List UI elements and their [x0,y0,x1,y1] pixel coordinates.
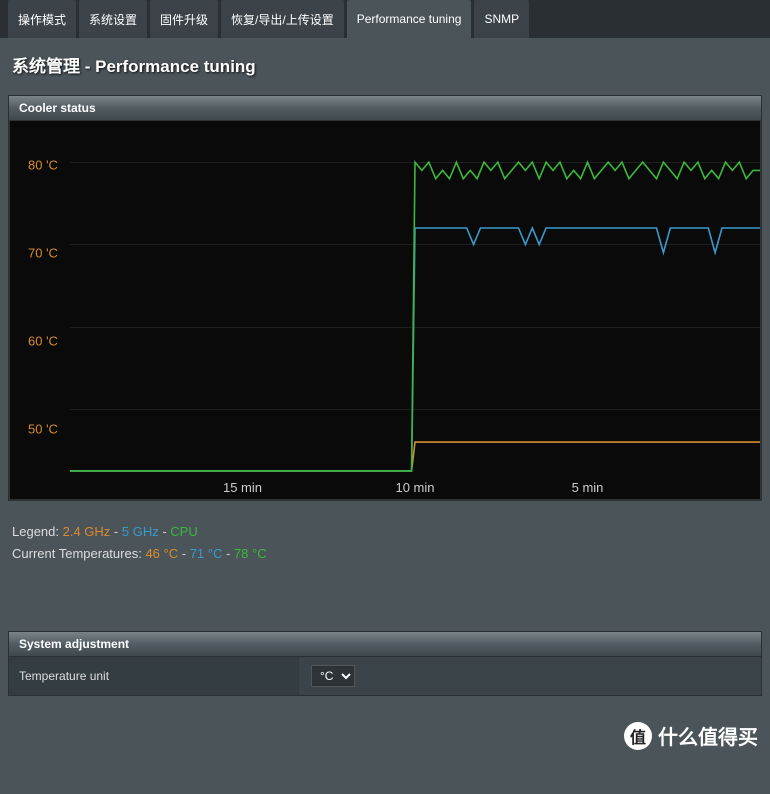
page-content: 系统管理 - Performance tuning Cooler status … [0,38,770,714]
system-adjustment-panel: System adjustment Temperature unit °C [8,631,762,696]
chart-line-5ghz [70,228,760,471]
current-temp-cpu: 78 °C [234,546,267,561]
tab-bar: 操作模式 系统设置 固件升级 恢复/导出/上传设置 Performance tu… [0,0,770,38]
y-tick-label: 60 'C [28,333,58,348]
x-tick-label: 15 min [223,480,262,495]
page-title: 系统管理 - Performance tuning [8,52,762,77]
tab-snmp[interactable]: SNMP [474,0,529,38]
current-temps-line: Current Temperatures: 46 °C - 71 °C - 78… [12,543,758,565]
legend-series-cpu: CPU [170,524,197,539]
y-tick-label: 70 'C [28,245,58,260]
temp-unit-select[interactable]: °C [311,665,355,687]
current-temp-24ghz: 46 °C [145,546,178,561]
chart-line-cpu [70,162,760,471]
y-tick-label: 80 'C [28,157,58,172]
current-temp-5ghz: 71 °C [190,546,223,561]
legend-series-24ghz: 2.4 GHz [63,524,111,539]
watermark: 值 什么值得买 [624,721,758,750]
x-tick-label: 10 min [395,480,434,495]
current-temps-label: Current Temperatures: [12,546,142,561]
tab-performance-tuning[interactable]: Performance tuning [347,0,472,38]
tab-firmware-upgrade[interactable]: 固件升级 [150,0,218,38]
legend-label: Legend: [12,524,59,539]
cooler-status-header: Cooler status [9,96,761,120]
system-adjustment-header: System adjustment [9,632,761,656]
temp-unit-label: Temperature unit [9,657,299,695]
cooler-status-panel: Cooler status 50 'C 60 'C 70 'C 80 'C 15 mi… [8,95,762,501]
chart-line-2.4ghz [70,442,760,471]
temp-unit-row: Temperature unit °C [9,656,761,695]
cooler-chart: 50 'C 60 'C 70 'C 80 'C 15 min 10 min 5 min [9,120,761,500]
y-tick-label: 50 'C [28,421,58,436]
legend-block: Legend: 2.4 GHz - 5 GHz - CPU Current Te… [8,511,762,575]
tab-system-settings[interactable]: 系统设置 [79,0,147,38]
legend-line: Legend: 2.4 GHz - 5 GHz - CPU [12,521,758,543]
tab-restore-export-upload[interactable]: 恢复/导出/上传设置 [221,0,344,38]
tab-operation-mode[interactable]: 操作模式 [8,0,76,38]
watermark-text: 什么值得买 [658,721,758,750]
x-tick-label: 5 min [572,480,604,495]
watermark-icon: 值 [624,722,652,750]
legend-series-5ghz: 5 GHz [122,524,159,539]
